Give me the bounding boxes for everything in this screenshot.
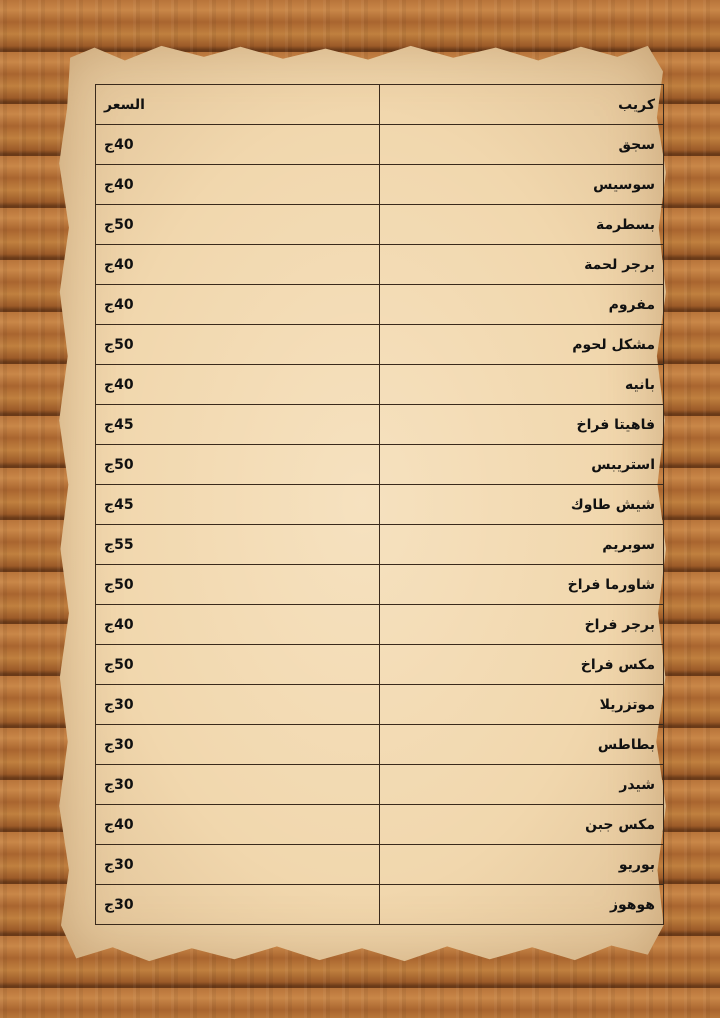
item-name: سوسيس <box>379 164 664 205</box>
table-row: 55ج سوبريم <box>95 524 664 565</box>
table-row: 40ج برجر لحمة <box>95 244 664 285</box>
table-row: 50ج مشكل لحوم <box>95 324 664 365</box>
table-row: 40ج سجق <box>95 124 664 165</box>
item-name: مشكل لحوم <box>379 324 664 365</box>
item-name: هوهوز <box>379 884 664 925</box>
item-name: بانيه <box>379 364 664 405</box>
item-name: مفروم <box>379 284 664 325</box>
item-price: 50ج <box>95 564 380 605</box>
item-name: شيش طاوك <box>379 484 664 525</box>
item-price: 40ج <box>95 284 380 325</box>
item-name: سوبريم <box>379 524 664 565</box>
item-price: 30ج <box>95 684 380 725</box>
crepe-price-table: السعر كريب 40ج سجق 40ج سوسيس 50ج بسطرمة 40ج برج… <box>95 84 664 925</box>
item-name: استريبس <box>379 444 664 485</box>
table-row: 50ج استريبس <box>95 444 664 485</box>
item-price: 50ج <box>95 324 380 365</box>
item-name: مكس فراخ <box>379 644 664 685</box>
item-price: 40ج <box>95 124 380 165</box>
item-name: برجر فراخ <box>379 604 664 645</box>
item-price: 50ج <box>95 444 380 485</box>
item-price: 30ج <box>95 724 380 765</box>
table-row: 45ج شيش طاوك <box>95 484 664 525</box>
item-price: 40ج <box>95 244 380 285</box>
item-price: 45ج <box>95 404 380 445</box>
table-row: 45ج فاهيتا فراخ <box>95 404 664 445</box>
table-row: 40ج مكس جبن <box>95 804 664 845</box>
table-row: 40ج مفروم <box>95 284 664 325</box>
item-name: موتزريلا <box>379 684 664 725</box>
item-name: بطاطس <box>379 724 664 765</box>
table-row: 40ج برجر فراخ <box>95 604 664 645</box>
item-name: برجر لحمة <box>379 244 664 285</box>
item-price: 40ج <box>95 364 380 405</box>
item-name: سجق <box>379 124 664 165</box>
table-row: 50ج مكس فراخ <box>95 644 664 685</box>
item-name: بسطرمة <box>379 204 664 245</box>
table-row: 30ج موتزريلا <box>95 684 664 725</box>
item-price: 30ج <box>95 884 380 925</box>
item-price: 40ج <box>95 604 380 645</box>
item-price: 55ج <box>95 524 380 565</box>
table-row: 30ج شيدر <box>95 764 664 805</box>
item-name: شيدر <box>379 764 664 805</box>
item-price: 40ج <box>95 164 380 205</box>
price-column-header: السعر <box>95 84 380 125</box>
item-price: 50ج <box>95 644 380 685</box>
item-name: بوريو <box>379 844 664 885</box>
table-row: 40ج بانيه <box>95 364 664 405</box>
item-price: 50ج <box>95 204 380 245</box>
item-name: شاورما فراخ <box>379 564 664 605</box>
table-row: 30ج هوهوز <box>95 884 664 925</box>
table-row: 40ج سوسيس <box>95 164 664 205</box>
table-row: 30ج بوريو <box>95 844 664 885</box>
item-name: مكس جبن <box>379 804 664 845</box>
table-row: 50ج شاورما فراخ <box>95 564 664 605</box>
item-price: 30ج <box>95 844 380 885</box>
table-row: 30ج بطاطس <box>95 724 664 765</box>
table-row: 50ج بسطرمة <box>95 204 664 245</box>
table-header-row: السعر كريب <box>95 84 664 125</box>
item-price: 45ج <box>95 484 380 525</box>
item-price: 30ج <box>95 764 380 805</box>
item-column-header: كريب <box>379 84 664 125</box>
item-name: فاهيتا فراخ <box>379 404 664 445</box>
item-price: 40ج <box>95 804 380 845</box>
